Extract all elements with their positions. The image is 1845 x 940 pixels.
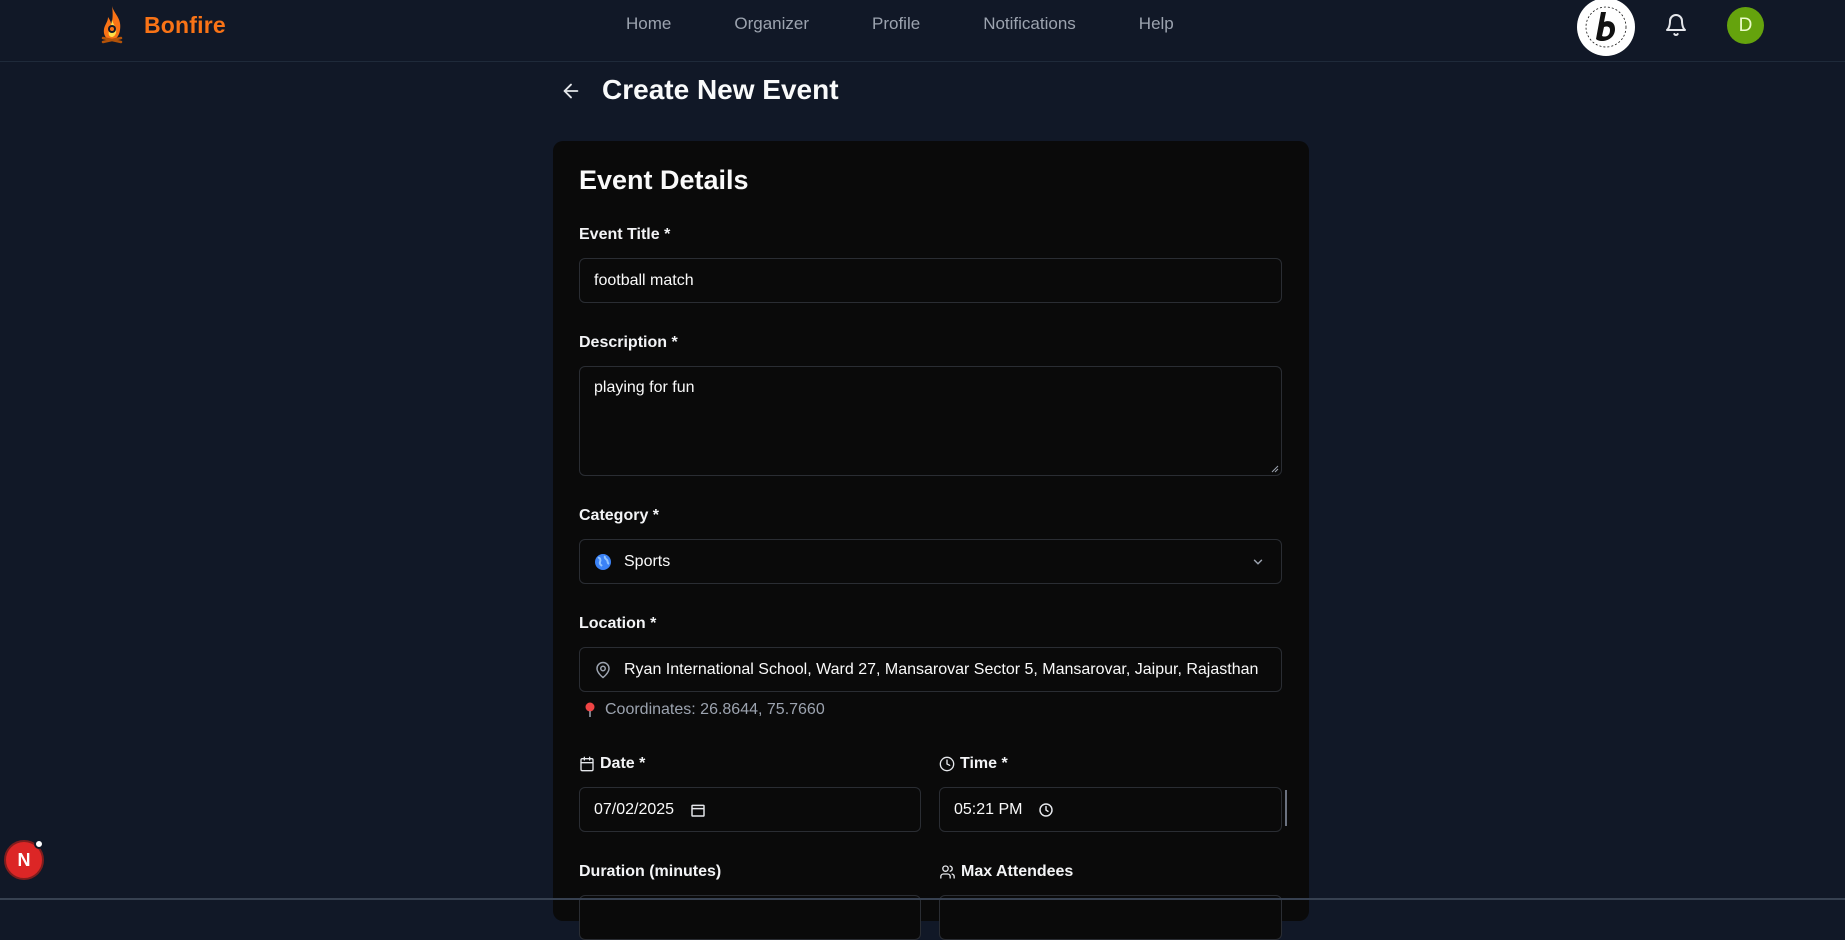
- nav-links: Home Organizer Profile Notifications Hel…: [626, 14, 1237, 34]
- description-label: Description *: [579, 334, 678, 352]
- users-icon: [940, 865, 955, 879]
- event-details-card: Event Details Event Title * football mat…: [553, 141, 1309, 940]
- bonfire-flame-icon: [101, 6, 123, 44]
- duration-label: Duration (minutes): [579, 863, 721, 881]
- description-value: playing for fun: [594, 379, 695, 396]
- time-input[interactable]: 05:21 PM: [939, 787, 1282, 832]
- nav-home[interactable]: Home: [626, 14, 671, 34]
- chevron-down-icon: [1253, 559, 1263, 565]
- dev-tools-letter: N: [17, 849, 31, 870]
- category-label: Category *: [579, 507, 659, 525]
- map-pin-icon: [596, 661, 610, 678]
- date-label: Date *: [579, 755, 645, 773]
- globe-icon: [595, 553, 611, 570]
- time-label-text: Time *: [960, 755, 1008, 772]
- time-label: Time *: [939, 755, 1008, 773]
- location-label: Location *: [579, 615, 656, 633]
- clock-icon: [939, 756, 955, 772]
- duration-input[interactable]: [579, 895, 921, 940]
- bell-icon[interactable]: [1664, 13, 1688, 37]
- event-title-label-text: Event Title *: [579, 226, 671, 243]
- coordinates-readout: Coordinates: 26.8644, 75.7660: [583, 701, 825, 719]
- resize-grip-icon[interactable]: [1269, 463, 1279, 473]
- category-value: Sports: [624, 552, 671, 570]
- notification-dot: [34, 839, 44, 849]
- event-title-value: football match: [594, 271, 694, 289]
- red-pin-icon: [585, 702, 595, 717]
- nav-organizer[interactable]: Organizer: [734, 14, 809, 34]
- back-arrow-icon[interactable]: [560, 80, 582, 102]
- brand[interactable]: Bonfire: [96, 4, 226, 46]
- duration-label-text: Duration (minutes): [579, 863, 722, 880]
- location-input[interactable]: Ryan International School, Ward 27, Mans…: [579, 647, 1282, 692]
- time-value: 05:21 PM: [954, 800, 1023, 818]
- max-attendees-label: Max Attendees: [939, 863, 1073, 881]
- category-select[interactable]: Sports: [579, 539, 1282, 584]
- section-title: Event Details: [579, 165, 749, 195]
- date-label-text: Date *: [600, 755, 646, 772]
- nav-help[interactable]: Help: [1139, 14, 1174, 34]
- bolt-badge-logo[interactable]: [1575, 0, 1637, 58]
- event-title-input[interactable]: football match: [579, 258, 1282, 303]
- date-input[interactable]: 07/02/2025: [579, 787, 921, 832]
- description-label-text: Description *: [579, 334, 678, 351]
- nav-notifications[interactable]: Notifications: [983, 14, 1076, 34]
- location-value: Ryan International School, Ward 27, Mans…: [624, 660, 1259, 678]
- date-value: 07/02/2025: [594, 800, 675, 818]
- calendar-icon: [580, 756, 594, 772]
- coordinates-text: Coordinates: 26.8644, 75.7660: [605, 701, 825, 718]
- category-label-text: Category *: [579, 507, 660, 524]
- page-title: Create New Event: [602, 74, 839, 105]
- event-title-label: Event Title *: [579, 226, 670, 244]
- top-navbar: Bonfire Home Organizer Profile Notificat…: [0, 0, 1845, 62]
- scroll-edge-marker: [1285, 790, 1287, 826]
- max-attendees-label-text: Max Attendees: [961, 863, 1074, 880]
- user-avatar[interactable]: D: [1727, 7, 1764, 44]
- calendar-picker-icon[interactable]: [690, 802, 706, 818]
- bottom-scroll-edge: [0, 898, 1845, 900]
- location-label-text: Location *: [579, 615, 657, 632]
- max-attendees-input[interactable]: [939, 895, 1282, 940]
- brand-name: Bonfire: [144, 11, 226, 38]
- nav-profile[interactable]: Profile: [872, 14, 920, 34]
- description-textarea[interactable]: playing for fun: [579, 366, 1282, 476]
- clock-picker-icon[interactable]: [1038, 802, 1054, 818]
